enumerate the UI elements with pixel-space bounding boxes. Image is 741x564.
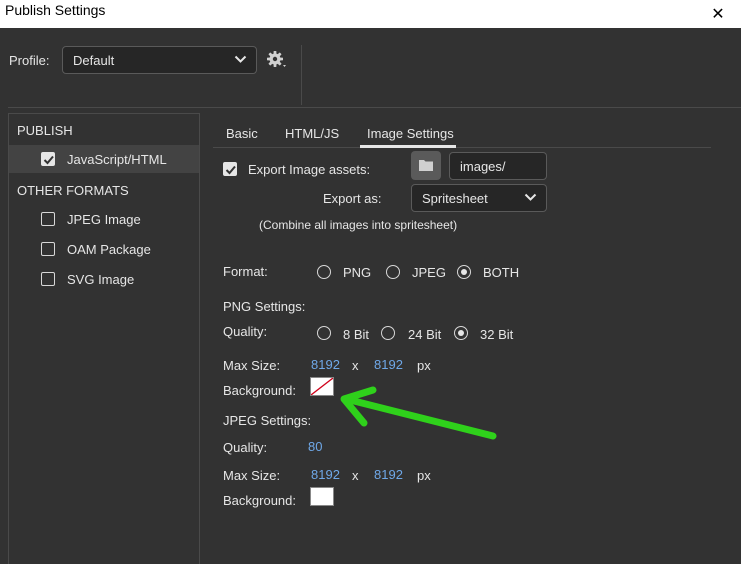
checkmark-icon [225, 165, 236, 175]
export-as-label: Export as: [323, 191, 382, 206]
title-bar: Publish Settings ✕ [0, 0, 741, 28]
png-quality-label: Quality: [223, 324, 268, 339]
sidebar-item-label: OAM Package [67, 242, 151, 257]
png-max-width-value[interactable]: 8192 [311, 357, 340, 372]
format-jpeg-label: JPEG [412, 265, 446, 280]
jpeg-maxsize-unit: px [417, 468, 431, 483]
format-both-radio[interactable] [457, 265, 471, 279]
jpeg-settings-header: JPEG Settings: [223, 413, 312, 428]
checkmark-icon [43, 155, 54, 165]
png-quality-24bit-label: 24 Bit [408, 327, 442, 342]
sidebar-item-label: JPEG Image [67, 212, 141, 227]
export-image-assets-checkbox[interactable] [223, 162, 237, 176]
png-background-label: Background: [223, 383, 296, 398]
format-sidebar: PUBLISH JavaScript/HTML OTHER FORMATS JP… [8, 113, 200, 564]
active-tab-indicator [360, 145, 456, 148]
profile-label: Profile: [9, 53, 50, 68]
export-as-dropdown[interactable]: Spritesheet [411, 184, 547, 212]
annotation-arrow [340, 386, 497, 440]
tab-strip-line [213, 147, 711, 148]
jpeg-max-height-value[interactable]: 8192 [374, 467, 403, 482]
folder-path-input[interactable]: images/ [449, 152, 547, 180]
toolbar-divider [301, 45, 302, 105]
sidebar-item-javascript-html[interactable]: JavaScript/HTML [9, 145, 199, 173]
png-maxsize-label: Max Size: [223, 358, 281, 373]
window-title: Publish Settings [5, 2, 106, 18]
sidebar-item-oam-package[interactable]: OAM Package [9, 235, 199, 263]
folder-path-value: images/ [460, 159, 506, 174]
format-png-label: PNG [343, 265, 372, 280]
png-maxsize-unit: px [417, 358, 431, 373]
png-quality-32bit-label: 32 Bit [480, 327, 514, 342]
jpeg-maxsize-label: Max Size: [223, 468, 281, 483]
javascript-html-checkbox[interactable] [41, 152, 55, 166]
tab-image-settings[interactable]: Image Settings [367, 126, 454, 141]
png-quality-8bit-label: 8 Bit [343, 327, 370, 342]
png-max-height-value[interactable]: 8192 [374, 357, 403, 372]
png-quality-8bit-radio[interactable] [317, 326, 331, 340]
close-icon[interactable]: ✕ [695, 0, 741, 28]
format-jpeg-radio[interactable] [386, 265, 400, 279]
export-hint: (Combine all images into spritesheet) [259, 218, 458, 232]
sidebar-item-label: SVG Image [67, 272, 135, 287]
jpeg-quality-value[interactable]: 80 [308, 439, 322, 454]
sidebar-item-label: JavaScript/HTML [67, 152, 167, 167]
png-quality-32bit-radio[interactable] [454, 326, 468, 340]
chevron-down-icon [524, 193, 537, 201]
png-settings-header: PNG Settings: [223, 299, 306, 314]
svg-image-checkbox[interactable] [41, 272, 55, 286]
format-both-label: BOTH [483, 265, 520, 280]
sidebar-item-svg-image[interactable]: SVG Image [9, 265, 199, 293]
png-quality-24bit-radio[interactable] [381, 326, 395, 340]
export-as-value: Spritesheet [422, 191, 488, 206]
profile-dropdown-value: Default [73, 53, 115, 68]
header-divider [8, 107, 741, 108]
tab-html-js[interactable]: HTML/JS [285, 126, 339, 141]
format-png-radio[interactable] [317, 265, 331, 279]
jpeg-background-label: Background: [223, 493, 296, 508]
jpeg-image-checkbox[interactable] [41, 212, 55, 226]
folder-icon [419, 160, 433, 171]
sidebar-item-jpeg-image[interactable]: JPEG Image [9, 205, 199, 233]
other-formats-header: OTHER FORMATS [17, 183, 129, 198]
jpeg-max-width-value[interactable]: 8192 [311, 467, 340, 482]
tab-basic[interactable]: Basic [226, 126, 258, 141]
profile-options-button[interactable] [265, 49, 289, 71]
oam-package-checkbox[interactable] [41, 242, 55, 256]
png-maxsize-x: x [352, 358, 359, 373]
browse-folder-button[interactable] [411, 151, 441, 180]
publish-section-header: PUBLISH [17, 123, 73, 138]
jpeg-quality-label: Quality: [223, 440, 268, 455]
export-image-assets-label: Export Image assets: [248, 162, 371, 177]
profile-dropdown[interactable]: Default [62, 46, 257, 74]
jpeg-background-swatch[interactable] [310, 487, 334, 506]
chevron-down-icon [234, 55, 247, 63]
jpeg-maxsize-x: x [352, 468, 359, 483]
format-label: Format: [223, 264, 268, 279]
gear-icon [267, 51, 286, 67]
